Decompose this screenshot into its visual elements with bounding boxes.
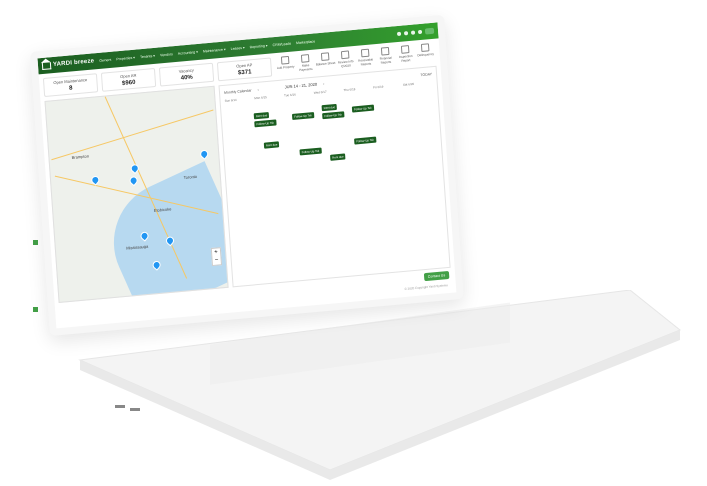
- search-icon[interactable]: [417, 29, 423, 35]
- report-icon: [380, 46, 390, 56]
- kpi-vacancy[interactable]: Vacancy 40%: [158, 62, 215, 87]
- nav-item-crm[interactable]: CRM/Leads: [272, 42, 291, 48]
- nav-item-reporting[interactable]: Reporting ▾: [250, 44, 268, 50]
- tool-financial-reports[interactable]: Financial Reports: [375, 46, 396, 67]
- calendar-event[interactable]: Follow-Up Tsk: [354, 136, 376, 145]
- nav-item-vendors[interactable]: Vendors: [160, 52, 173, 57]
- tool-delinquency[interactable]: Delinquency: [415, 43, 436, 64]
- property-map[interactable]: Brampton Toronto Mississauga Etobicoke +…: [44, 85, 229, 304]
- help-icon[interactable]: [403, 31, 409, 36]
- usb-port-icon: [115, 405, 125, 408]
- sheet-icon: [320, 52, 330, 61]
- home-icon: [41, 61, 52, 70]
- tool-make-payments[interactable]: Make Payments: [295, 54, 316, 75]
- zoom-out-button[interactable]: −: [212, 256, 221, 265]
- nav-item-tenants[interactable]: Tenants ▾: [140, 54, 155, 59]
- nav-item-properties[interactable]: Properties ▾: [116, 56, 135, 62]
- kpi-open-ap[interactable]: Open AP $371: [216, 57, 273, 82]
- settings-icon[interactable]: [410, 30, 416, 35]
- calendar-range: JUN 14 - 21, 2020: [284, 81, 318, 90]
- tool-balance-sheet[interactable]: Balance Sheet: [315, 52, 336, 73]
- contact-us-button[interactable]: Contact Us: [423, 270, 450, 282]
- kpi-open-maintenance[interactable]: Open Maintenance 8: [42, 73, 99, 98]
- tool-add-property[interactable]: Add Property: [275, 55, 296, 76]
- nav-item-maintenance[interactable]: Maintenance ▾: [203, 47, 226, 53]
- tool-inspection-report[interactable]: Inspection Report: [395, 45, 416, 66]
- calendar-event[interactable]: Rent due: [263, 141, 280, 149]
- map-road: [51, 109, 214, 161]
- map-zoom-control: + −: [210, 247, 223, 267]
- payment-icon: [300, 54, 310, 63]
- map-pin-icon[interactable]: [198, 148, 210, 160]
- calendar-event[interactable]: Follow-Up Tsk: [322, 111, 345, 120]
- copyright-text: © 2020 Copyright Yardi Systems: [404, 283, 448, 291]
- calendar-event[interactable]: Rent due: [330, 153, 346, 161]
- tool-receivable-reports[interactable]: Receivable Reports: [355, 48, 376, 69]
- calendar-event[interactable]: Rent due: [253, 111, 270, 120]
- tool-review-info[interactable]: Review Info Q'2020: [335, 50, 356, 71]
- calendar-panel: Monthly Calendar ‹ JUN 14 - 21, 2020 › T…: [218, 65, 451, 288]
- nav-item-owners[interactable]: Owners: [99, 58, 111, 63]
- prev-week-icon[interactable]: ‹: [257, 87, 258, 91]
- calendar-event[interactable]: Follow-Up Tsk: [299, 147, 322, 156]
- map-label: Brampton: [71, 153, 90, 160]
- report-icon: [360, 48, 370, 58]
- dashboard-main: Brampton Toronto Mississauga Etobicoke +…: [41, 65, 455, 304]
- calendar-event[interactable]: Rent due: [321, 103, 338, 112]
- app-logo[interactable]: YARDI breeze: [41, 58, 95, 70]
- avatar[interactable]: [424, 27, 435, 35]
- today-button[interactable]: TODAY: [420, 72, 432, 77]
- usb-port-icon: [130, 408, 140, 411]
- clipboard-icon: [400, 45, 410, 54]
- kpi-open-ar[interactable]: Open AR $960: [100, 67, 157, 92]
- laptop-screen: YARDI breeze Owners Properties ▾ Tenants…: [30, 14, 464, 337]
- calendar-event[interactable]: Follow-Up Tsk: [254, 119, 277, 128]
- nav-item-marketplace[interactable]: Marketplace: [296, 39, 315, 45]
- bell-icon[interactable]: [396, 31, 402, 37]
- nav-actions: [396, 27, 435, 37]
- info-icon: [340, 50, 350, 60]
- building-icon: [280, 55, 290, 65]
- calendar-event[interactable]: Follow-Up Tsk: [291, 112, 314, 120]
- calendar-event[interactable]: Follow-Up Tsk: [351, 104, 374, 113]
- map-pin-icon[interactable]: [127, 174, 140, 187]
- alert-icon: [420, 43, 430, 52]
- next-week-icon[interactable]: ›: [323, 81, 324, 85]
- nav-item-accounting[interactable]: Accounting ▾: [178, 50, 198, 56]
- calendar-view-toggle[interactable]: Monthly Calendar: [224, 88, 252, 94]
- nav-item-leases[interactable]: Leases ▾: [231, 46, 245, 51]
- decorative-bullet: [33, 240, 38, 245]
- lake-area: [94, 161, 229, 304]
